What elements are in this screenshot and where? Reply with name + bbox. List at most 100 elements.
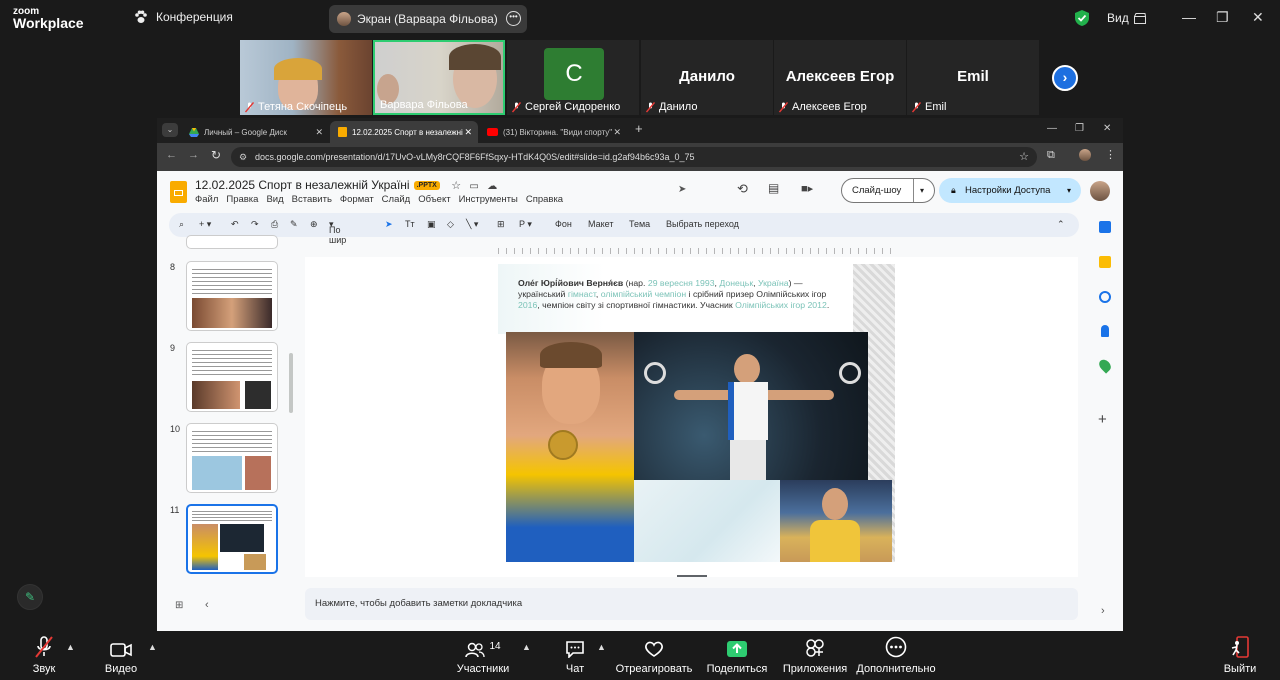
close-tab-icon[interactable]: ✕	[613, 127, 621, 138]
image-icon[interactable]: ▣	[427, 219, 436, 230]
more-icon[interactable]: •••	[506, 11, 521, 26]
participant-tile[interactable]: C Сергей Сидоренко	[507, 40, 639, 115]
profile-avatar[interactable]	[1079, 149, 1091, 161]
slide-body-text[interactable]: Оле́г Юрі́йович Верня́єв (нар. 29 вересн…	[518, 278, 838, 311]
annotate-pencil-icon[interactable]: ✎	[17, 584, 43, 610]
meeting-info-button[interactable]: Конференция	[134, 10, 233, 24]
slide-thumbnail[interactable]	[186, 235, 278, 249]
close-tab-icon[interactable]: ✕	[464, 127, 472, 138]
apps-button[interactable]: Приложения	[782, 632, 848, 680]
chat-options-caret[interactable]: ▲	[597, 642, 606, 652]
line-icon[interactable]: ╲ ▾	[466, 219, 478, 230]
collapse-filmstrip-icon[interactable]: ‹	[205, 599, 209, 611]
participant-tile-active[interactable]: Варвара Фільова	[373, 40, 505, 115]
contacts-icon[interactable]	[1101, 325, 1109, 337]
slide-thumbnail[interactable]	[186, 342, 278, 412]
layout-button[interactable]: Макет	[588, 219, 613, 229]
menu-help[interactable]: Справка	[526, 194, 563, 205]
version-history-icon[interactable]: ⟲	[737, 181, 748, 197]
speaker-notes-field[interactable]: Нажмите, чтобы добавить заметки докладчи…	[305, 588, 1078, 620]
participant-tile[interactable]: Алексеев Егор Алексеев Егор	[774, 40, 906, 115]
leave-button[interactable]: Выйти	[1220, 632, 1260, 680]
zoom-icon[interactable]: ⊕	[310, 219, 318, 230]
browser-menu-icon[interactable]: ⋮	[1105, 148, 1116, 161]
share-dropdown-icon[interactable]: ▾	[1067, 178, 1071, 203]
tab-youtube[interactable]: (31) Вікторина. "Види спорту" ✕	[479, 121, 627, 143]
back-icon[interactable]: ←	[166, 149, 177, 161]
participants-options-caret[interactable]: ▲	[522, 642, 531, 652]
view-button[interactable]: Вид	[1107, 11, 1146, 25]
close-icon[interactable]: ✕	[1103, 123, 1111, 134]
reload-icon[interactable]: ↻	[211, 148, 221, 162]
slide-thumbnail[interactable]	[186, 261, 278, 331]
bookmark-star-icon[interactable]: ☆	[1019, 147, 1029, 167]
background-button[interactable]: Фон	[555, 219, 572, 229]
chat-button[interactable]: Чат	[558, 632, 592, 680]
forward-icon[interactable]: →	[188, 149, 199, 161]
pen-tool-icon[interactable]: P ▾	[519, 219, 532, 230]
close-icon[interactable]: ✕	[1252, 9, 1264, 26]
site-settings-icon[interactable]: ⚙	[239, 147, 247, 167]
redo-icon[interactable]: ↷	[251, 219, 259, 230]
menu-object[interactable]: Объект	[418, 194, 450, 205]
screen-share-indicator[interactable]: Экран (Варвара Фільова) •••	[329, 5, 527, 33]
maps-icon[interactable]	[1096, 357, 1114, 374]
search-menus-icon[interactable]: ⌕	[179, 219, 184, 230]
tab-drive[interactable]: Личный – Google Диск ✕	[181, 121, 329, 143]
current-slide[interactable]: Оле́г Юрі́йович Верня́єв (нар. 29 вересн…	[498, 264, 895, 562]
add-addon-icon[interactable]: +	[1098, 411, 1107, 428]
slides-logo-icon[interactable]	[170, 181, 187, 203]
collapse-toolbar-icon[interactable]: ⌃	[1057, 219, 1065, 230]
theme-button[interactable]: Тема	[629, 219, 650, 229]
react-button[interactable]: Отреагировать	[615, 632, 693, 680]
grid-view-icon[interactable]: ⊞	[175, 600, 183, 611]
more-button[interactable]: Дополнительно	[856, 632, 936, 680]
minimize-icon[interactable]: —	[1047, 123, 1057, 134]
menu-file[interactable]: Файл	[195, 194, 218, 205]
tab-slides[interactable]: 12.02.2025 Спорт в незалежні ✕	[330, 121, 478, 143]
text-box-icon[interactable]: Tт	[405, 219, 415, 229]
document-title[interactable]: 12.02.2025 Спорт в незалежній Україні .PP…	[195, 178, 497, 192]
move-folder-icon[interactable]: ▭	[469, 181, 478, 192]
shape-icon[interactable]: ◇	[447, 219, 454, 230]
share-screen-button[interactable]: Поделиться	[705, 632, 769, 680]
menu-tools[interactable]: Инструменты	[459, 194, 518, 205]
select-tool-icon[interactable]: ➤	[385, 219, 393, 230]
restore-icon[interactable]: ❐	[1075, 123, 1084, 134]
close-tab-icon[interactable]: ✕	[315, 127, 323, 138]
menu-view[interactable]: Вид	[266, 194, 283, 205]
participant-tile[interactable]: Тетяна Скочіпець	[240, 40, 372, 115]
cloud-status-icon[interactable]: ☁	[487, 181, 497, 192]
menu-format[interactable]: Формат	[340, 194, 374, 205]
keep-icon[interactable]	[1099, 256, 1111, 268]
audio-options-caret[interactable]: ▲	[66, 642, 75, 652]
tasks-icon[interactable]	[1099, 291, 1111, 303]
undo-icon[interactable]: ↶	[231, 219, 239, 230]
slide-thumbnail[interactable]	[186, 423, 278, 493]
expand-panel-icon[interactable]: ›	[1101, 605, 1105, 617]
meet-camera-icon[interactable]: ■▸	[801, 182, 813, 195]
notes-resize-handle[interactable]	[677, 575, 707, 577]
slideshow-button[interactable]: Слайд-шоу ▾	[841, 178, 935, 203]
next-participants-button[interactable]: ›	[1052, 65, 1078, 91]
menu-edit[interactable]: Правка	[226, 194, 258, 205]
slideshow-dropdown-icon[interactable]: ▾	[920, 179, 924, 202]
comment-add-icon[interactable]: ⊞	[497, 219, 505, 230]
menu-insert[interactable]: Вставить	[292, 194, 332, 205]
comments-icon[interactable]: ▤	[768, 181, 779, 195]
transition-button[interactable]: Выбрать переход	[666, 219, 739, 229]
minimize-icon[interactable]: —	[1182, 9, 1196, 25]
slide-thumbnail-selected[interactable]	[186, 504, 278, 574]
filmstrip-scrollbar[interactable]	[289, 353, 293, 413]
participants-button[interactable]: 14 Участники	[455, 632, 511, 680]
tab-search-icon[interactable]: ⌄	[162, 123, 178, 137]
menu-slide[interactable]: Слайд	[382, 194, 411, 205]
shield-check-icon[interactable]	[1074, 9, 1090, 27]
account-avatar[interactable]	[1090, 181, 1110, 201]
audio-button[interactable]: Звук	[24, 632, 64, 680]
print-icon[interactable]: ⎙	[271, 219, 278, 230]
video-button[interactable]: Видео	[101, 632, 141, 680]
new-tab-icon[interactable]: +	[635, 121, 643, 136]
participant-tile[interactable]: Данило Данило	[641, 40, 773, 115]
restore-icon[interactable]: ❐	[1216, 9, 1229, 26]
